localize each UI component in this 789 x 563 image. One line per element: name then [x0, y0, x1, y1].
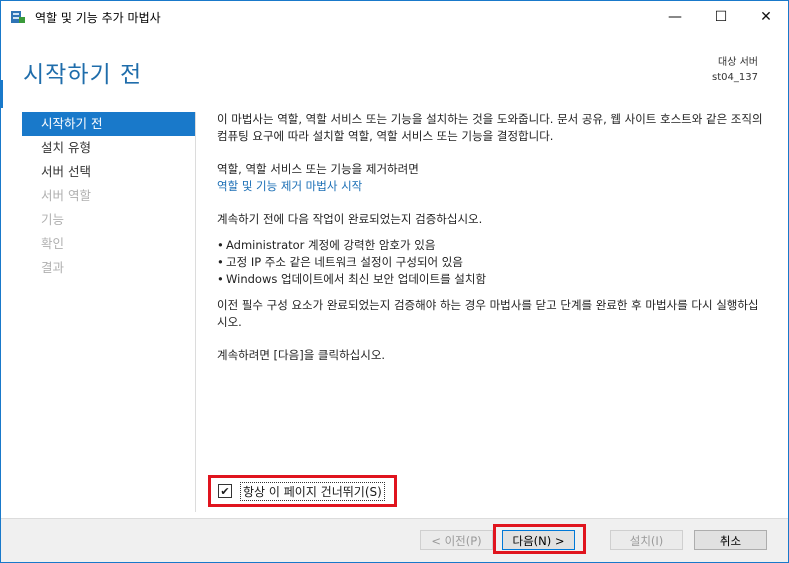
step-installation-type[interactable]: 설치 유형 [22, 136, 195, 160]
continue-text: 계속하려면 [다음]을 클릭하십시오. [217, 348, 386, 362]
server-manager-icon [11, 11, 25, 23]
step-before-you-begin[interactable]: 시작하기 전 [22, 112, 195, 136]
remove-text: 역할, 역할 서비스 또는 기능을 제거하려면 [217, 162, 419, 176]
title-bar[interactable]: 역할 및 기능 추가 마법사 — ☐ ✕ [1, 1, 788, 33]
wizard-header: 시작하기 전 대상 서버 st04_137 [1, 33, 788, 107]
skip-page-option-highlight: ✔ 항상 이 페이지 건너뛰기(S) [208, 475, 397, 507]
minimize-button[interactable]: — [652, 1, 698, 33]
install-button[interactable]: 설치(I) [610, 530, 683, 550]
window-edge-accent [1, 80, 3, 108]
verify-text: 계속하기 전에 다음 작업이 완료되었는지 검증하십시오. [217, 212, 483, 226]
target-server-name: st04_137 [712, 72, 758, 83]
list-item: Windows 업데이트에서 최신 보안 업데이트를 설치함 [217, 271, 767, 288]
list-item: Administrator 계정에 강력한 암호가 있음 [217, 237, 767, 254]
skip-page-label[interactable]: 항상 이 페이지 건너뛰기(S) [240, 481, 385, 501]
wizard-window: 역할 및 기능 추가 마법사 — ☐ ✕ 시작하기 전 대상 서버 st04_1… [0, 0, 789, 563]
maximize-button[interactable]: ☐ [698, 1, 744, 33]
remove-wizard-link[interactable]: 역할 및 기능 제거 마법사 시작 [217, 179, 362, 193]
prereq-text: 이전 필수 구성 요소가 완료되었는지 검증해야 하는 경우 마법사를 닫고 단… [217, 298, 759, 329]
intro-text: 이 마법사는 역할, 역할 서비스 또는 기능을 설치하는 것을 도와줍니다. … [217, 112, 763, 143]
step-features: 기능 [41, 212, 65, 227]
previous-button[interactable]: < 이전(P) [420, 530, 493, 550]
step-server-selection[interactable]: 서버 선택 [22, 160, 195, 184]
target-server-info: 대상 서버 st04_137 [712, 55, 758, 85]
wizard-footer: < 이전(P) 다음(N) > 설치(I) 취소 [1, 518, 788, 562]
window-title: 역할 및 기능 추가 마법사 [35, 11, 161, 25]
skip-page-checkbox[interactable]: ✔ [218, 484, 232, 498]
target-server-label: 대상 서버 [718, 57, 758, 68]
step-server-roles: 서버 역할 [41, 188, 91, 203]
list-item: 고정 IP 주소 같은 네트워크 설정이 구성되어 있음 [217, 254, 767, 271]
step-confirmation: 확인 [41, 236, 65, 251]
close-button[interactable]: ✕ [743, 1, 788, 33]
prerequisite-list: Administrator 계정에 강력한 암호가 있음 고정 IP 주소 같은… [217, 237, 767, 288]
page-title: 시작하기 전 [23, 62, 143, 88]
step-results: 결과 [41, 260, 65, 275]
wizard-steps-nav: 시작하기 전 설치 유형 서버 선택 서버 역할 기능 확인 결과 [22, 112, 196, 512]
cancel-button[interactable]: 취소 [694, 530, 767, 550]
next-button[interactable]: 다음(N) > [502, 530, 575, 550]
main-content: 이 마법사는 역할, 역할 서비스 또는 기능을 설치하는 것을 도와줍니다. … [217, 111, 767, 364]
